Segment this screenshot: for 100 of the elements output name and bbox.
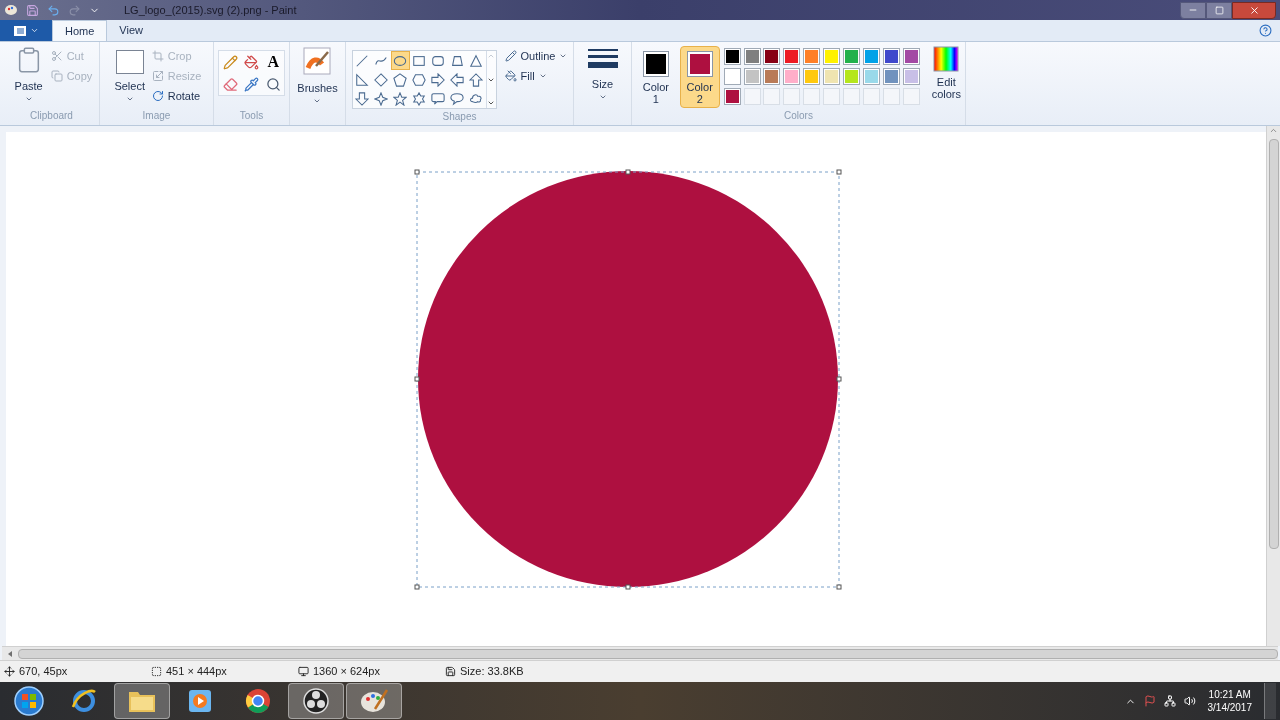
color-swatch[interactable] [803,68,821,85]
diamond-icon [374,72,389,87]
color-swatch[interactable] [763,48,781,65]
text-tool[interactable]: A [263,52,284,72]
help-icon[interactable] [1259,24,1272,37]
network-icon[interactable] [1163,695,1176,707]
windows-orb-icon [13,685,45,717]
five-point-star-icon [393,91,408,106]
maximize-icon [1214,5,1224,15]
rotate-icon [151,90,164,102]
color-swatch[interactable] [882,68,900,85]
empty-swatch[interactable] [743,88,761,105]
scroll-left-icon[interactable] [6,649,14,658]
edit-colors-button[interactable]: Edit colors [931,46,961,100]
eraser-icon [222,76,238,92]
expand-icon[interactable] [487,99,496,107]
color-swatch[interactable] [783,68,801,85]
pentagon-icon [393,72,408,87]
color-swatch[interactable] [843,68,861,85]
color-swatch[interactable] [843,48,861,65]
color-swatch[interactable] [882,48,900,65]
save-icon[interactable] [26,3,39,17]
empty-swatch[interactable] [902,88,920,105]
four-point-star-shape[interactable] [371,89,391,108]
crop-icon [151,50,164,62]
triangle-icon [469,53,484,68]
ribbon-tab[interactable]: View [107,20,155,41]
vertical-scrollbar[interactable] [1266,126,1280,646]
oval-callout-icon [450,91,465,106]
caret-icon [29,26,39,35]
diamond-shape[interactable] [371,70,391,89]
group-label: Colors [784,109,813,123]
color-selector[interactable]: Color 1 [636,46,676,108]
cursor-position-icon [4,666,15,677]
color-swatch[interactable] [823,68,841,85]
empty-swatch[interactable] [882,88,900,105]
color-swatch[interactable] [723,68,741,85]
left-arrow-shape[interactable] [447,70,467,89]
polygon-icon [450,53,465,68]
brushes-button[interactable]: Brushes [297,46,338,105]
horizontal-scrollbar[interactable] [2,646,1278,660]
color-swatch[interactable] [823,48,841,65]
round-browser-icon [244,687,272,715]
show-desktop-button[interactable] [1264,683,1276,719]
empty-swatch[interactable] [823,88,841,105]
empty-swatch[interactable] [783,88,801,105]
media-player-icon [187,688,213,714]
outline-button[interactable]: Outline [504,46,568,66]
taskbar-button[interactable] [288,683,344,719]
clock[interactable]: 10:21 AM 3/14/2017 [1203,688,1256,714]
palette-icon [359,687,389,715]
six-point-star-icon [412,91,427,106]
scroll-up-icon[interactable] [1269,126,1278,135]
five-point-star-shape[interactable] [390,89,410,108]
magnifier-icon [265,76,281,92]
pipette-icon [244,76,260,92]
status-text: 1360 × 624px [313,664,380,680]
browser-icon [70,687,98,715]
color-swatch[interactable] [763,68,781,85]
right-arrow-icon [431,72,446,87]
maximize-button[interactable] [1206,1,1232,19]
group-label: Image [142,109,171,123]
up-arrow-shape[interactable] [466,70,486,89]
color-swatch[interactable] [723,88,741,105]
empty-swatch[interactable] [763,88,781,105]
color-swatch[interactable] [743,48,761,65]
undo-icon[interactable] [47,3,60,17]
color-swatch[interactable] [783,48,801,65]
palette-icon [4,3,18,17]
drawing-canvas[interactable] [6,132,1266,646]
pencil-icon [504,50,517,62]
fill-button[interactable]: Fill [504,66,568,86]
down-arrow-shape[interactable] [352,89,372,108]
line-icon [355,53,370,68]
color-swatch[interactable] [803,48,821,65]
brush-icon [302,46,333,76]
color-selector[interactable]: Color 2 [679,46,720,108]
minimize-button[interactable] [1180,1,1206,19]
menu-icon [13,25,26,36]
paste-button[interactable]: Paste [10,46,47,103]
size-button[interactable]: Size [586,46,619,101]
speaker-icon[interactable] [1183,695,1196,707]
color-swatch[interactable] [862,48,880,65]
status-text: Size: 33.8KB [460,664,524,680]
right-arrow-shape[interactable] [428,70,448,89]
color-swatch[interactable] [902,68,920,85]
status-text: 670, 45px [19,664,68,680]
pentagon-shape[interactable] [390,70,410,89]
color-swatch[interactable] [723,48,741,65]
file-menu-button[interactable] [0,20,52,41]
flag-icon[interactable] [1143,695,1156,707]
select-button[interactable]: Select [111,46,148,103]
color-swatch[interactable] [743,68,761,85]
rotate-button[interactable]: Rotate [151,86,202,106]
color-swatch[interactable] [902,48,920,65]
empty-swatch[interactable] [803,88,821,105]
ribbon-tab[interactable]: Home [52,20,108,41]
color-swatch[interactable] [862,68,880,85]
rectangle-icon [412,53,427,68]
paint-bucket-icon [244,54,260,70]
